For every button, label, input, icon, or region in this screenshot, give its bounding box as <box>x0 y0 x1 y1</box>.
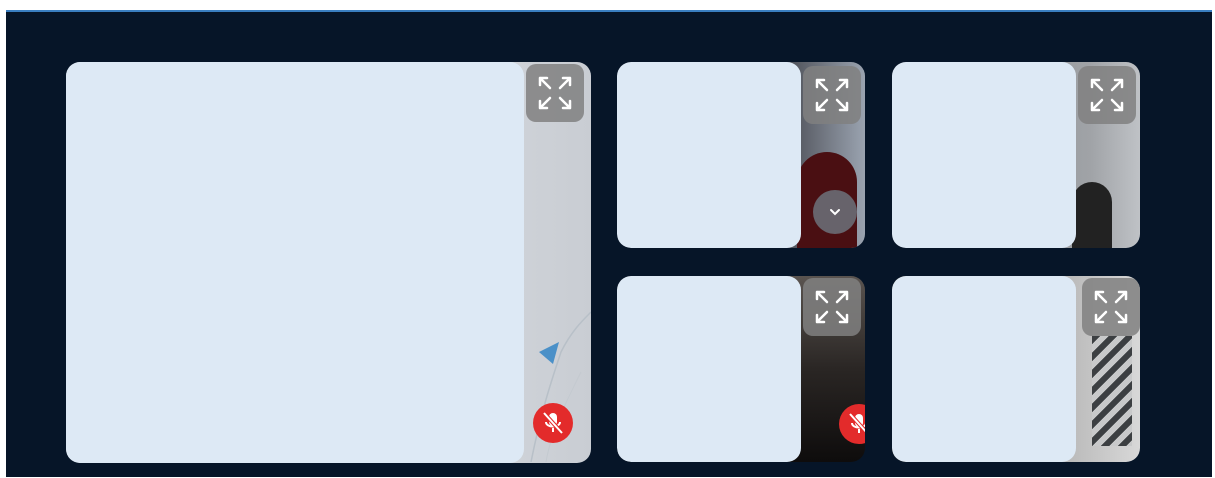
chevron-down-icon <box>830 209 840 216</box>
muted-mic-badge <box>839 404 865 444</box>
expand-arrows-icon <box>815 290 849 324</box>
participant-video-tile[interactable] <box>617 62 865 248</box>
expand-arrows-icon <box>815 78 849 112</box>
wall-picture <box>1092 336 1132 446</box>
muted-mic-badge <box>533 403 573 443</box>
expand-arrows-icon <box>1094 290 1128 324</box>
more-options-button[interactable] <box>813 190 857 234</box>
participant-video-tile[interactable] <box>617 276 865 462</box>
video-grid <box>6 10 1212 477</box>
mic-off-icon <box>848 412 865 434</box>
expand-arrows-icon <box>538 76 572 110</box>
video-placeholder <box>617 276 801 462</box>
fullscreen-button[interactable] <box>1078 66 1136 124</box>
person-silhouette <box>1072 182 1112 248</box>
expand-arrows-icon <box>1090 78 1124 112</box>
fullscreen-button[interactable] <box>803 66 861 124</box>
video-placeholder <box>892 276 1076 462</box>
fullscreen-button[interactable] <box>803 278 861 336</box>
participant-video-tile[interactable] <box>892 62 1140 248</box>
video-placeholder <box>66 62 524 463</box>
participant-video-tile[interactable] <box>66 62 591 463</box>
participant-video-tile[interactable] <box>892 276 1140 462</box>
video-placeholder <box>892 62 1076 248</box>
video-placeholder <box>617 62 801 248</box>
mic-off-icon <box>542 411 564 435</box>
fullscreen-button[interactable] <box>1082 278 1140 336</box>
fullscreen-button[interactable] <box>526 64 584 122</box>
